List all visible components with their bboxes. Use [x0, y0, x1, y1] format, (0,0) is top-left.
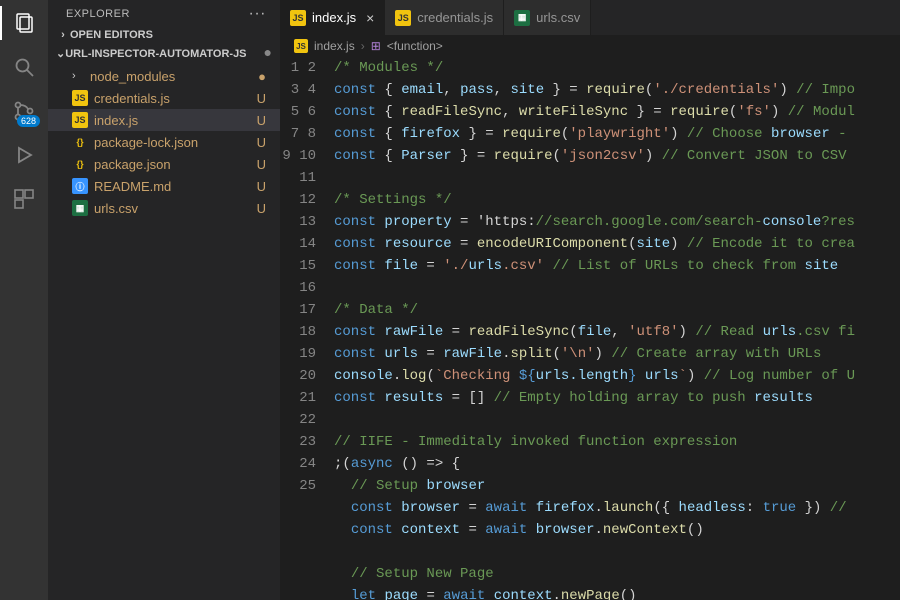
file-tree-item[interactable]: ›node_modules●	[48, 65, 280, 87]
activity-bar: 628	[0, 0, 48, 600]
file-tree-item[interactable]: ▦urls.csvU	[48, 197, 280, 219]
sidebar-title: EXPLORER	[66, 8, 130, 20]
breadcrumbs[interactable]: JS index.js › ⊞ <function>	[280, 35, 900, 57]
source-control-icon[interactable]: 628	[11, 98, 37, 124]
editor-area: JSindex.js×JScredentials.js▦urls.csv JS …	[280, 0, 900, 600]
breadcrumb-symbol: <function>	[387, 39, 443, 53]
file-tree: ›node_modules●JScredentials.jsUJSindex.j…	[48, 63, 280, 221]
run-debug-icon[interactable]	[11, 142, 37, 168]
breadcrumb-file: index.js	[314, 39, 355, 53]
file-tree-item[interactable]: {}package-lock.jsonU	[48, 131, 280, 153]
extensions-icon[interactable]	[11, 186, 37, 212]
editor-tab[interactable]: ▦urls.csv	[504, 0, 591, 35]
line-gutter: 1 2 3 4 5 6 7 8 9 10 11 12 13 14 15 16 1…	[280, 57, 334, 600]
search-icon[interactable]	[11, 54, 37, 80]
dirty-dot-icon: ●	[264, 47, 272, 60]
file-tree-item[interactable]: JSindex.jsU	[48, 109, 280, 131]
chevron-right-icon: ›	[361, 39, 365, 53]
file-tree-item[interactable]: {}package.jsonU	[48, 153, 280, 175]
code-editor[interactable]: 1 2 3 4 5 6 7 8 9 10 11 12 13 14 15 16 1…	[280, 57, 900, 600]
sidebar: EXPLORER ··· ›OPEN EDITORS ⌄URL-INSPECTO…	[48, 0, 280, 600]
more-icon[interactable]: ···	[249, 9, 266, 19]
sidebar-header: EXPLORER ···	[48, 0, 280, 26]
js-icon: JS	[294, 39, 308, 53]
editor-tab[interactable]: JScredentials.js	[385, 0, 504, 35]
explorer-icon[interactable]	[11, 10, 37, 36]
editor-tab[interactable]: JSindex.js×	[280, 0, 385, 35]
close-icon[interactable]: ×	[366, 10, 374, 26]
scm-badge: 628	[17, 115, 40, 127]
code-content[interactable]: /* Modules */ const { email, pass, site …	[334, 57, 900, 600]
open-editors-section[interactable]: ›OPEN EDITORS	[48, 26, 280, 44]
tab-bar: JSindex.js×JScredentials.js▦urls.csv	[280, 0, 900, 35]
file-tree-item[interactable]: JScredentials.jsU	[48, 87, 280, 109]
project-section[interactable]: ⌄URL-INSPECTOR-AUTOMATOR-JS ●	[48, 44, 280, 63]
file-tree-item[interactable]: ⓘREADME.mdU	[48, 175, 280, 197]
function-icon: ⊞	[371, 39, 381, 53]
